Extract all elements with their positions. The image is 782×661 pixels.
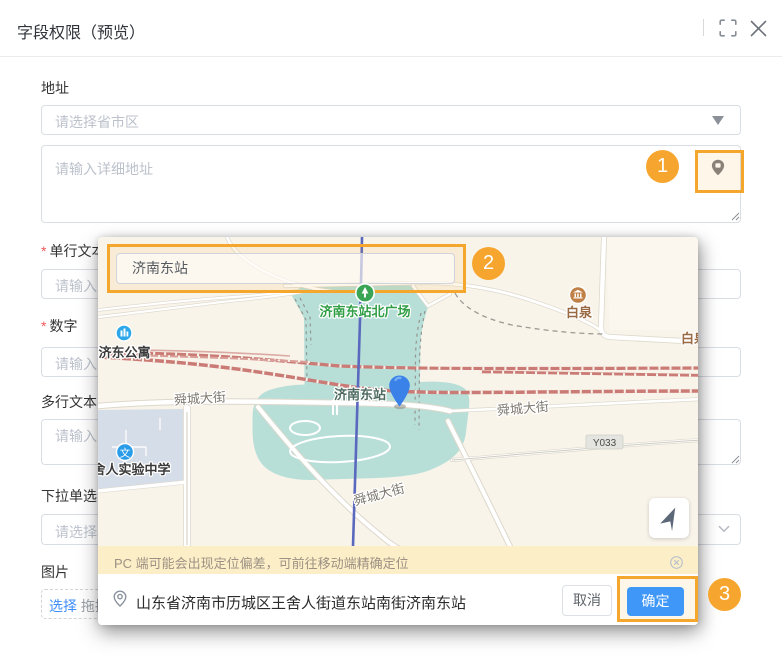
svg-text:白泉: 白泉 bbox=[681, 331, 698, 346]
svg-text:王舍人实验中学: 王舍人实验中学 bbox=[98, 462, 171, 477]
svg-text:济东公寓: 济东公寓 bbox=[98, 345, 150, 360]
svg-text:济南东站: 济南东站 bbox=[334, 387, 386, 402]
svg-text:白泉: 白泉 bbox=[566, 305, 593, 320]
svg-text:Y033: Y033 bbox=[593, 438, 617, 449]
svg-text:文: 文 bbox=[120, 447, 131, 460]
svg-text:济南东站北广场: 济南东站北广场 bbox=[319, 304, 410, 319]
